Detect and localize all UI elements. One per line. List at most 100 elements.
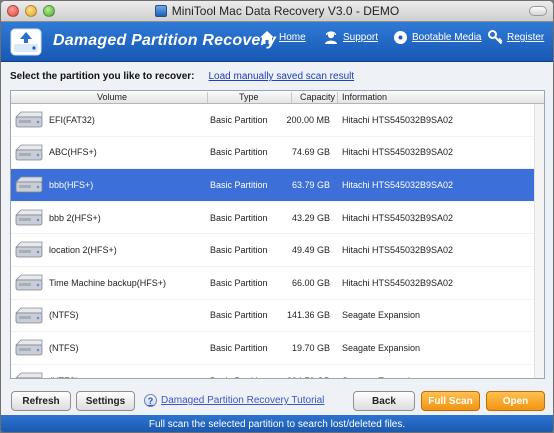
cell-type: Basic Partition: [210, 245, 268, 256]
zoom-window-button[interactable]: [43, 5, 55, 17]
cell-volume: EFI(FAT32): [49, 114, 95, 125]
table-row[interactable]: ABC(HFS+) Basic Partition 74.69 GB Hitachi …: [11, 137, 544, 170]
cell-capacity: 49.49 GB: [291, 245, 330, 256]
column-header-volume[interactable]: Volume: [97, 92, 127, 103]
table-row[interactable]: (NTFS) Basic Partition 19.70 GB Seagate Exp…: [11, 332, 544, 365]
instruction-row: Select the partition you like to recover…: [10, 71, 354, 82]
hard-drive-icon: [15, 372, 43, 378]
hard-drive-icon: [15, 307, 43, 323]
table-row[interactable]: bbb(HFS+) Basic Partition 63.79 GB Hitachi …: [11, 169, 544, 202]
status-text: Full scan the selected partition to sear…: [148, 419, 406, 430]
nav-bootable-media-label: Bootable Media: [412, 32, 482, 43]
cell-capacity: 66.00 GB: [291, 277, 330, 288]
hard-drive-icon: [15, 209, 43, 226]
table-row[interactable]: Time Machine backup(HFS+) Basic Partition…: [11, 267, 544, 300]
cell-type: Basic Partition: [210, 212, 268, 223]
table-row[interactable]: location 2(HFS+) Basic Partition 49.49 GB H…: [11, 234, 544, 267]
hard-drive-icon: [15, 176, 43, 193]
hard-drive-icon: [15, 144, 43, 160]
column-header-information[interactable]: Information: [342, 92, 387, 103]
cell-type: Basic Partition: [210, 310, 268, 321]
instruction-label: Select the partition you like to recover…: [10, 71, 195, 82]
cell-capacity: 394.70 GB: [287, 365, 330, 378]
tutorial-link-label: Damaged Partition Recovery Tutorial: [161, 395, 325, 406]
cell-information: Hitachi HTS545032B9SA02: [342, 245, 454, 256]
cell-volume: (NTFS): [49, 365, 79, 378]
settings-button[interactable]: Settings: [76, 391, 135, 411]
table-row[interactable]: (NTFS) Basic Partition 141.36 GB Seagate Ex…: [11, 300, 544, 333]
nav-register-label: Register: [507, 32, 545, 43]
cell-volume: ABC(HFS+): [49, 147, 97, 158]
window-controls: [7, 5, 55, 17]
hard-drive-icon: [15, 274, 43, 291]
cd-icon: [394, 31, 407, 44]
app-window: MiniTool Mac Data Recovery V3.0 - DEMO D…: [0, 0, 554, 433]
cell-information: Hitachi HTS545032B9SA02: [342, 277, 454, 288]
full-scan-button[interactable]: Full Scan: [421, 391, 480, 411]
window-title: MiniTool Mac Data Recovery V3.0 - DEMO: [171, 4, 400, 18]
window-title-group: MiniTool Mac Data Recovery V3.0 - DEMO: [154, 4, 400, 18]
cell-capacity: 63.79 GB: [291, 179, 330, 190]
table-header: Volume Type Capacity Information: [11, 91, 544, 104]
cell-information: Seagate Expansion: [342, 310, 421, 321]
key-icon: [488, 30, 503, 45]
support-icon: [325, 31, 337, 44]
cell-type: Basic Partition: [210, 342, 268, 353]
drive-logo-icon: [10, 28, 42, 56]
cell-information: Seagate Expansion: [342, 365, 420, 378]
cell-type: Basic Partition: [210, 147, 268, 158]
table-row[interactable]: (NTFS) Basic Partition 394.70 GB Seagate Ex…: [11, 365, 544, 378]
cell-information: Hitachi HTS545032B9SA02: [342, 114, 454, 125]
cell-information: Hitachi HTS545032B9SA02: [342, 212, 454, 223]
cell-capacity: 74.69 GB: [291, 147, 330, 158]
tutorial-link[interactable]: ? Damaged Partition Recovery Tutorial: [144, 394, 324, 407]
cell-type: Basic Partition: [210, 277, 268, 288]
help-icon: ?: [144, 394, 157, 407]
cell-volume: bbb 2(HFS+): [49, 212, 101, 223]
hard-drive-icon: [15, 339, 43, 356]
cell-capacity: 19.70 GB: [291, 342, 330, 353]
nav-home-link[interactable]: Home: [259, 30, 306, 45]
table-row[interactable]: EFI(FAT32) Basic Partition 200.00 MB Hitach…: [11, 104, 544, 137]
cell-capacity: 200.00 MB: [286, 114, 330, 125]
nav-support-link[interactable]: Support: [323, 30, 378, 45]
cell-capacity: 43.29 GB: [291, 212, 330, 223]
column-header-capacity[interactable]: Capacity: [300, 92, 335, 103]
nav-register-link[interactable]: Register: [488, 30, 544, 45]
cell-type: Basic Partition: [210, 179, 268, 190]
close-window-button[interactable]: [7, 5, 19, 17]
app-icon: [154, 5, 167, 17]
title-bar[interactable]: MiniTool Mac Data Recovery V3.0 - DEMO: [1, 1, 553, 22]
column-divider[interactable]: [337, 92, 338, 103]
nav-support-label: Support: [343, 32, 379, 43]
load-saved-scan-link[interactable]: Load manually saved scan result: [209, 71, 355, 82]
cell-capacity: 141.36 GB: [286, 310, 330, 321]
vertical-scrollbar[interactable]: [534, 104, 544, 378]
cell-volume: Time Machine backup(HFS+): [49, 277, 166, 288]
toolbar-toggle-button[interactable]: [529, 6, 547, 16]
cell-information: Hitachi HTS545032B9SA02: [342, 179, 454, 190]
cell-information: Seagate Expansion: [342, 342, 421, 353]
status-bar: Full scan the selected partition to sear…: [1, 415, 553, 432]
open-button[interactable]: Open: [486, 391, 545, 411]
column-divider[interactable]: [291, 92, 292, 103]
minimize-window-button[interactable]: [25, 5, 37, 17]
app-header: Damaged Partition Recovery Home Support …: [1, 22, 553, 62]
nav-home-label: Home: [279, 32, 306, 43]
cell-volume: bbb(HFS+): [49, 179, 94, 190]
nav-bootable-media-link[interactable]: Bootable Media: [393, 30, 482, 45]
refresh-button[interactable]: Refresh: [11, 391, 71, 411]
hard-drive-icon: [15, 241, 43, 258]
cell-volume: (NTFS): [49, 310, 79, 321]
table-row[interactable]: bbb 2(HFS+) Basic Partition 43.29 GB Hitach…: [11, 202, 544, 235]
cell-information: Hitachi HTS545032B9SA02: [342, 147, 454, 158]
cell-type: Basic Partition: [210, 114, 268, 125]
partition-table: Volume Type Capacity Information EFI(FAT…: [10, 90, 545, 379]
cell-volume: location 2(HFS+): [49, 245, 117, 256]
back-button[interactable]: Back: [353, 391, 415, 411]
cell-volume: (NTFS): [49, 342, 79, 353]
column-divider[interactable]: [207, 92, 208, 103]
column-header-type[interactable]: Type: [239, 92, 259, 103]
page-heading: Damaged Partition Recovery: [53, 32, 277, 49]
home-icon: [260, 31, 274, 44]
